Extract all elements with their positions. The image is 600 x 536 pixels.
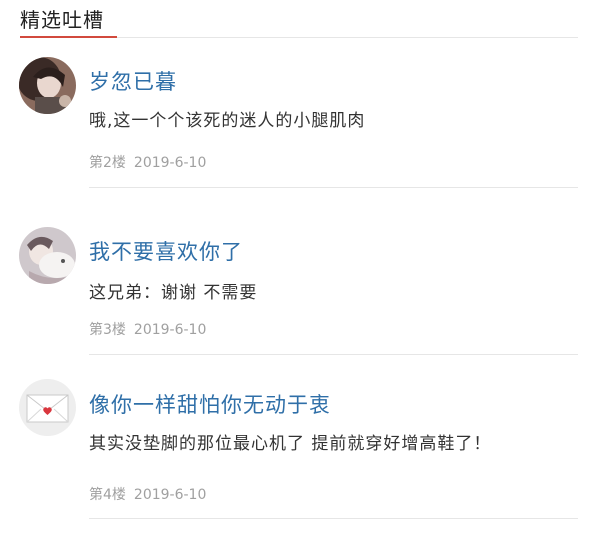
header-accent-bar xyxy=(20,36,117,38)
avatar-love-letter-envelope-icon xyxy=(19,379,76,436)
section-title: 精选吐槽 xyxy=(20,8,104,32)
comment-divider xyxy=(89,518,578,519)
comment-username[interactable]: 岁忽已暮 xyxy=(89,66,177,96)
comment-username[interactable]: 像你一样甜怕你无动于衷 xyxy=(89,389,331,419)
comment-text: 这兄弟：谢谢 不需要 xyxy=(89,283,258,303)
avatar-woman-with-cat-icon xyxy=(19,227,76,284)
comment-divider xyxy=(89,187,578,188)
comment-text: 哦,这一个个该死的迷人的小腿肌肉 xyxy=(89,111,366,131)
comment-date: 2019-6-10 xyxy=(133,487,207,503)
user-avatar[interactable] xyxy=(19,57,76,114)
comment-divider xyxy=(89,354,578,355)
user-avatar[interactable] xyxy=(19,227,76,284)
section-header: 精选吐槽 xyxy=(0,0,600,38)
comment-floor: 第3楼 xyxy=(89,322,126,338)
comment-meta: 第4楼 2019-6-10 xyxy=(89,484,206,504)
avatar-woman-portrait-icon xyxy=(19,57,76,114)
comment-floor: 第2楼 xyxy=(89,155,126,171)
comment-floor: 第4楼 xyxy=(89,487,126,503)
comment-date: 2019-6-10 xyxy=(133,322,207,338)
comment-meta: 第2楼 2019-6-10 xyxy=(89,152,206,172)
comment-date: 2019-6-10 xyxy=(133,155,207,171)
comment-text: 其实没垫脚的那位最心机了 提前就穿好增高鞋了！ xyxy=(89,434,492,454)
comment-meta: 第3楼 2019-6-10 xyxy=(89,319,206,339)
user-avatar[interactable] xyxy=(19,379,76,436)
comment-username[interactable]: 我不要喜欢你了 xyxy=(89,236,243,266)
